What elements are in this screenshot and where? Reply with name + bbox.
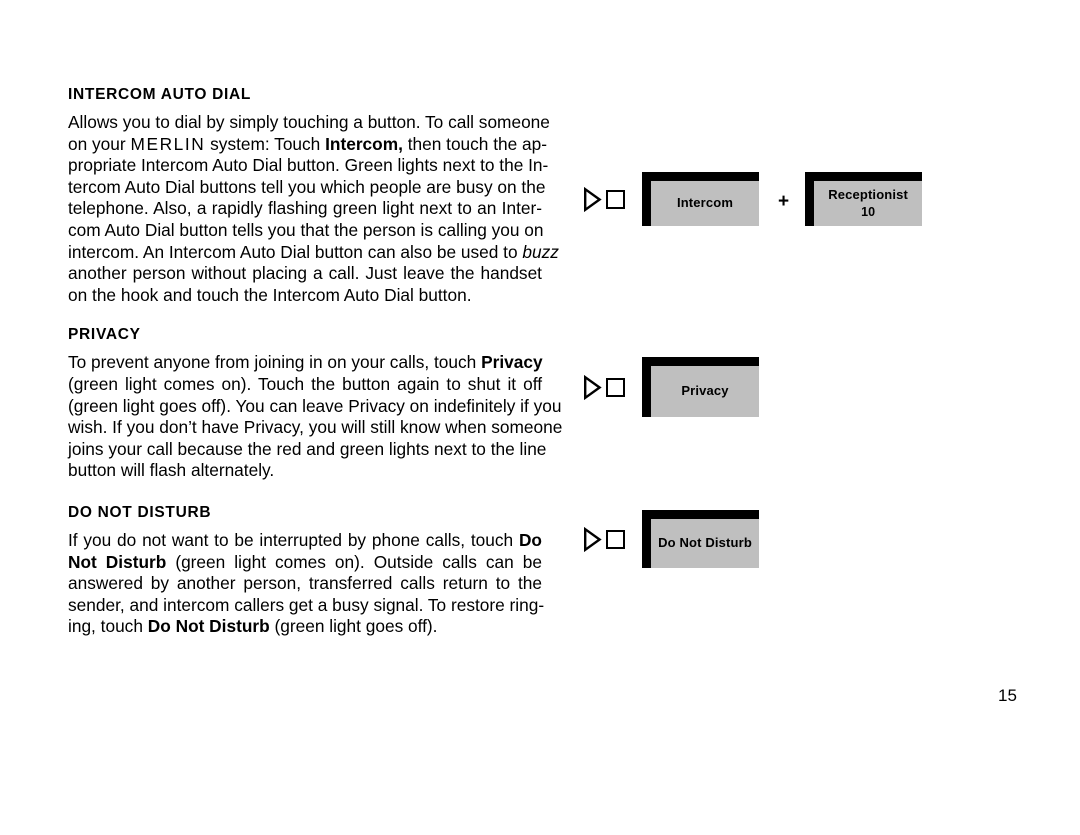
text-line: joins your call because the red and gree… xyxy=(68,438,547,459)
square-outline-icon xyxy=(606,529,625,549)
section-privacy: PRIVACY To prevent anyone from joining i… xyxy=(68,326,563,482)
text-line: telephone. Also, a rapidly flashing gree… xyxy=(68,198,542,219)
text-line: If you do not want to be interrupted by … xyxy=(68,530,542,551)
text-line: To prevent anyone from joining in on you… xyxy=(68,352,543,373)
text-line: another person without placing a call. J… xyxy=(68,263,542,284)
body-do-not-disturb: If you do not want to be interrupted by … xyxy=(68,530,545,638)
text-line: propriate Intercom Auto Dial button. Gre… xyxy=(68,155,549,176)
privacy-diagram: Privacy xyxy=(583,357,759,417)
button-label: Privacy xyxy=(681,383,729,399)
triangle-right-icon xyxy=(584,374,602,400)
square-outline-icon xyxy=(606,377,625,397)
text-line: on the hook and touch the Intercom Auto … xyxy=(68,284,472,305)
indicator-lights-do-not-disturb xyxy=(583,526,625,552)
text-line: com Auto Dial button tells you that the … xyxy=(68,220,544,241)
body-intercom-auto-dial: Allows you to dial by simply touching a … xyxy=(68,112,559,306)
text-line: on your MERLIN system: Touch Intercom, t… xyxy=(68,133,548,154)
button-intercom[interactable]: Intercom xyxy=(642,172,759,226)
button-label: Do Not Disturb xyxy=(658,535,752,551)
text-line: intercom. An Intercom Auto Dial button c… xyxy=(68,241,559,262)
button-label: Intercom xyxy=(676,195,734,211)
section-do-not-disturb: DO NOT DISTURB If you do not want to be … xyxy=(68,504,545,638)
button-privacy[interactable]: Privacy xyxy=(642,357,759,417)
body-privacy: To prevent anyone from joining in on you… xyxy=(68,352,563,482)
heading-intercom-auto-dial: INTERCOM AUTO DIAL xyxy=(68,86,252,103)
text-line: wish. If you don’t have Privacy, you wil… xyxy=(68,417,563,438)
text-line: sender, and intercom callers get a busy … xyxy=(68,594,545,615)
heading-do-not-disturb: DO NOT DISTURB xyxy=(68,504,212,521)
triangle-right-icon xyxy=(584,526,602,552)
triangle-right-icon xyxy=(584,186,602,212)
square-outline-icon xyxy=(606,189,625,209)
button-extension-number: 10 xyxy=(861,204,876,219)
text-line: ing, touch Do Not Disturb (green light g… xyxy=(68,616,438,637)
text-line: answered by another person, transferred … xyxy=(68,573,542,594)
text-line: Allows you to dial by simply touching a … xyxy=(68,112,550,133)
plus-icon: + xyxy=(778,190,790,212)
document-page: INTERCOM AUTO DIAL Allows you to dial by… xyxy=(0,0,1080,835)
page-number: 15 xyxy=(998,686,1017,705)
indicator-lights-privacy xyxy=(583,374,625,400)
heading-privacy: PRIVACY xyxy=(68,326,141,344)
button-label: Receptionist xyxy=(828,187,909,203)
text-line: Not Disturb (green light comes on). Outs… xyxy=(68,551,542,572)
text-line: (green light comes on). Touch the button… xyxy=(68,374,542,395)
button-receptionist[interactable]: Receptionist 10 xyxy=(805,172,923,226)
do-not-disturb-diagram: Do Not Disturb xyxy=(583,510,759,568)
button-do-not-disturb[interactable]: Do Not Disturb xyxy=(642,510,759,568)
section-intercom-auto-dial: INTERCOM AUTO DIAL Allows you to dial by… xyxy=(68,86,559,306)
intercom-diagram: Intercom + Receptionist 10 xyxy=(583,172,923,226)
text-column: INTERCOM AUTO DIAL Allows you to dial by… xyxy=(68,86,563,638)
text-line: (green light goes off). You can leave Pr… xyxy=(68,395,562,416)
text-line: tercom Auto Dial buttons tell you which … xyxy=(68,176,546,197)
text-line: button will flash alternately. xyxy=(68,460,275,481)
indicator-lights-intercom xyxy=(583,186,625,212)
